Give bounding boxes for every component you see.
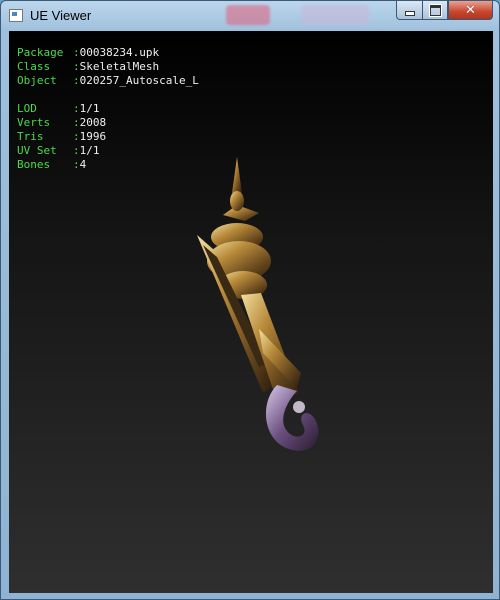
info-row: Class: SkeletalMesh <box>17 60 199 74</box>
info-row-value: 2008 <box>79 116 107 129</box>
info-row-value: SkeletalMesh <box>79 60 160 73</box>
info-row-value: 4 <box>79 158 87 171</box>
window-controls: ✕ <box>396 1 493 20</box>
info-row-sep: : <box>73 102 80 115</box>
info-row: Verts: 2008 <box>17 116 199 130</box>
info-row-label: Bones <box>17 158 51 171</box>
info-row-value: 00038234.upk <box>79 46 160 59</box>
info-row-sep: : <box>73 60 80 73</box>
info-row: UV Set: 1/1 <box>17 144 199 158</box>
info-row-label: Tris <box>17 130 44 143</box>
info-row-label: UV Set <box>17 144 57 157</box>
minimize-button[interactable] <box>396 1 422 20</box>
info-row: Object: 020257_Autoscale_L <box>17 74 199 88</box>
info-row: LOD: 1/1 <box>17 102 199 116</box>
mesh-info-overlay: Package: 00038234.upk Class: SkeletalMesh… <box>17 46 199 172</box>
info-row-sep: : <box>73 130 80 143</box>
info-row-value: 1/1 <box>79 102 100 115</box>
mesh-spike <box>223 157 259 221</box>
info-row-sep: : <box>73 116 80 129</box>
info-row-label: Package <box>17 46 64 59</box>
info-row-value: 1/1 <box>79 144 100 157</box>
maximize-icon <box>429 4 441 16</box>
app-icon[interactable] <box>9 9 23 22</box>
title-bar[interactable]: UE Viewer ✕ <box>1 1 499 32</box>
minimize-icon <box>404 10 415 16</box>
info-row-sep: : <box>73 46 80 59</box>
object-info: Package: 00038234.upk Class: SkeletalMesh… <box>17 46 199 88</box>
background-blur <box>226 5 270 25</box>
info-row-sep: : <box>73 158 80 171</box>
info-row-label: Class <box>17 60 51 73</box>
info-row-value: 020257_Autoscale_L <box>79 74 199 87</box>
info-row-label: LOD <box>17 102 37 115</box>
mesh-hook <box>265 385 319 451</box>
maximize-button[interactable] <box>422 1 448 20</box>
3d-viewport[interactable]: Package: 00038234.upk Class: SkeletalMesh… <box>9 31 493 593</box>
info-row-sep: : <box>73 74 80 87</box>
info-row-label: Verts <box>17 116 51 129</box>
skeletal-mesh-model[interactable] <box>179 153 339 453</box>
info-row: Tris: 1996 <box>17 130 199 144</box>
info-row: Package: 00038234.upk <box>17 46 199 60</box>
info-row-sep: : <box>73 144 80 157</box>
close-button[interactable]: ✕ <box>448 1 493 20</box>
mesh-stats: LOD: 1/1 Verts: 2008 Tris: 1996 UV Set: 1/1… <box>17 102 199 172</box>
close-icon: ✕ <box>465 2 476 18</box>
background-blur <box>301 5 369 25</box>
ue-viewer-window: UE Viewer ✕ Package: 00038234.upk Class: … <box>0 0 500 600</box>
info-row: Bones: 4 <box>17 158 199 172</box>
window-title: UE Viewer <box>30 8 92 23</box>
info-row-label: Object <box>17 74 57 87</box>
info-row-value: 1996 <box>79 130 107 143</box>
